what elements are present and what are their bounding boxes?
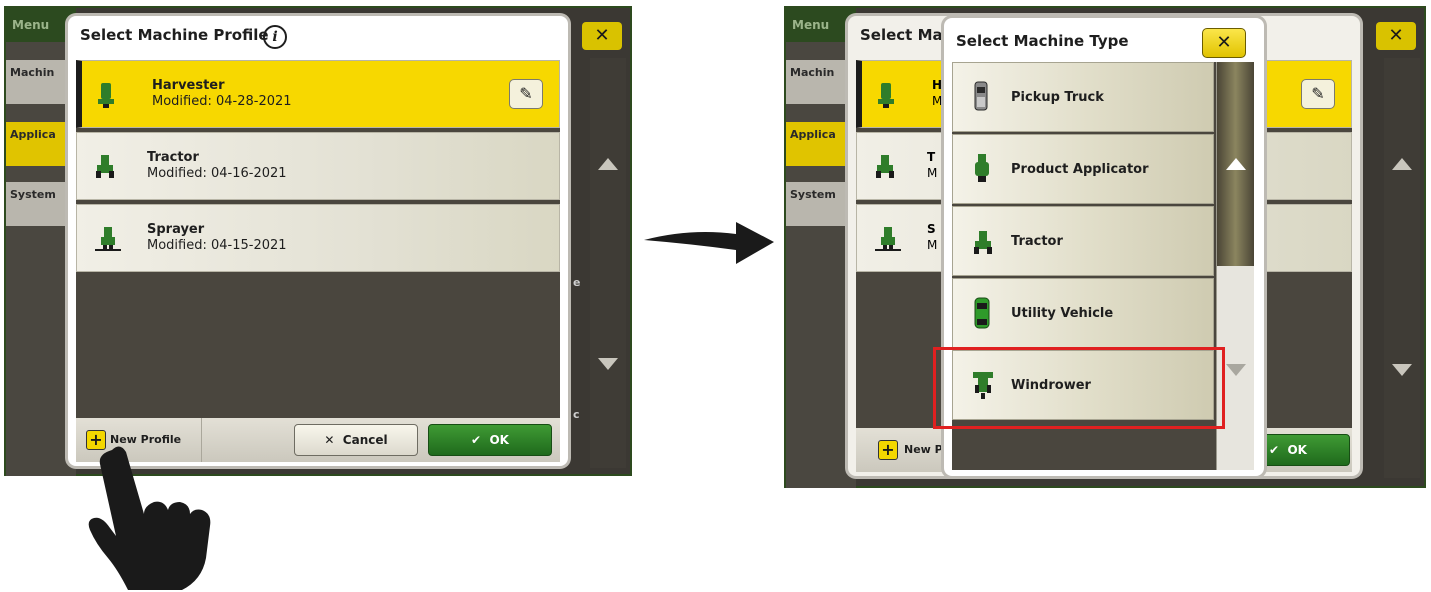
tractor-icon	[96, 155, 114, 178]
profile-row-sprayer[interactable]: Sprayer Modified: 04-15-2021	[76, 204, 560, 272]
scroll-up-icon[interactable]	[1226, 158, 1246, 170]
sidebar-tab-application: Applica	[6, 122, 74, 166]
close-button[interactable]: ✕	[1202, 28, 1246, 58]
type-row-product-applicator[interactable]: Product Applicator	[952, 134, 1214, 204]
scroll-up-icon	[598, 158, 618, 170]
sidebar-tab-application: Applica	[786, 122, 854, 166]
sprayer-icon	[875, 227, 901, 251]
windrower-highlight	[933, 347, 1225, 429]
close-icon: ✕	[1216, 32, 1232, 53]
profile-row-tractor[interactable]: Tractor Modified: 04-16-2021	[76, 132, 560, 200]
background-letter: M	[927, 166, 938, 180]
tractor-icon	[974, 231, 992, 254]
sidebar-tab-machine: Machin	[786, 60, 854, 104]
scroll-down-icon	[598, 358, 618, 370]
background-letter: T	[927, 150, 936, 164]
dialog-title: Select Machine Type	[956, 32, 1129, 50]
select-machine-profile-dialog: Select Machine Profile i Harvester Modif…	[68, 16, 568, 466]
background-fragment: e	[573, 276, 581, 289]
ok-label: OK	[489, 433, 509, 447]
transition-arrow-icon	[644, 222, 774, 264]
pencil-icon: ✎	[1311, 84, 1325, 103]
type-label: Pickup Truck	[1011, 90, 1104, 105]
profile-name: Tractor	[147, 150, 199, 165]
pointing-hand-icon	[88, 446, 211, 590]
background-fragment-2: c	[573, 408, 580, 421]
edit-button: ✎	[1301, 79, 1335, 109]
profile-row-harvester[interactable]: Harvester Modified: 04-28-2021 ✎	[76, 60, 560, 128]
x-icon: ✕	[324, 433, 335, 447]
ok-button[interactable]: ✔ OK	[428, 424, 552, 456]
sidebar-tab-system: System	[6, 182, 74, 226]
left-sidebar	[6, 42, 76, 476]
utility-vehicle-icon	[974, 297, 990, 329]
sidebar-tab-system: System	[786, 182, 854, 226]
type-label: Tractor	[1011, 234, 1063, 249]
pencil-icon: ✎	[519, 84, 533, 103]
menu-label: Menu	[786, 8, 856, 42]
ok-label: OK	[1287, 443, 1307, 457]
product-applicator-icon	[975, 154, 989, 182]
checkmark-icon: ✔	[1269, 443, 1280, 457]
cancel-label: Cancel	[342, 433, 388, 447]
right-sidebar	[786, 42, 856, 488]
harvester-icon	[98, 83, 114, 108]
background-scrollbar	[590, 58, 626, 468]
profile-name: Harvester	[152, 78, 225, 93]
background-letter: M	[927, 238, 938, 252]
checkmark-icon: ✔	[471, 433, 482, 447]
dialog-title: Select Machine Profile	[80, 26, 269, 44]
scroll-up-icon	[1392, 158, 1412, 170]
profile-list: Harvester Modified: 04-28-2021 ✎ Tractor…	[76, 60, 560, 418]
background-letter: S	[927, 222, 936, 236]
type-row-tractor[interactable]: Tractor	[952, 206, 1214, 276]
type-label: Product Applicator	[1011, 162, 1149, 177]
profile-modified: Modified: 04-16-2021	[147, 166, 287, 181]
cancel-button[interactable]: ✕ Cancel	[294, 424, 418, 456]
background-new-profile-fragment: New Pr	[904, 443, 949, 456]
scroll-down-icon[interactable]	[1226, 364, 1246, 376]
background-letter: M	[932, 94, 943, 108]
plus-icon: +	[878, 440, 898, 460]
background-scrollbar	[1384, 58, 1420, 478]
background-close-button: ✕	[582, 22, 622, 50]
type-row-pickup-truck[interactable]: Pickup Truck	[952, 62, 1214, 132]
info-icon[interactable]: i	[263, 25, 287, 49]
profile-modified: Modified: 04-15-2021	[147, 238, 287, 253]
tractor-icon	[876, 155, 894, 178]
type-label: Utility Vehicle	[1011, 306, 1114, 321]
type-row-utility-vehicle[interactable]: Utility Vehicle	[952, 278, 1214, 348]
harvester-icon	[878, 83, 894, 108]
profile-modified: Modified: 04-28-2021	[152, 94, 292, 109]
edit-button[interactable]: ✎	[509, 79, 543, 109]
sprayer-icon	[95, 227, 121, 251]
pickup-truck-icon	[974, 81, 988, 111]
menu-label: Menu	[6, 8, 76, 42]
background-close-button: ✕	[1376, 22, 1416, 50]
scroll-down-icon	[1392, 364, 1412, 376]
sidebar-tab-machine: Machin	[6, 60, 74, 104]
background-dialog-title: Select Mac	[860, 26, 952, 44]
profile-name: Sprayer	[147, 222, 205, 237]
background-letter: H	[932, 78, 943, 92]
